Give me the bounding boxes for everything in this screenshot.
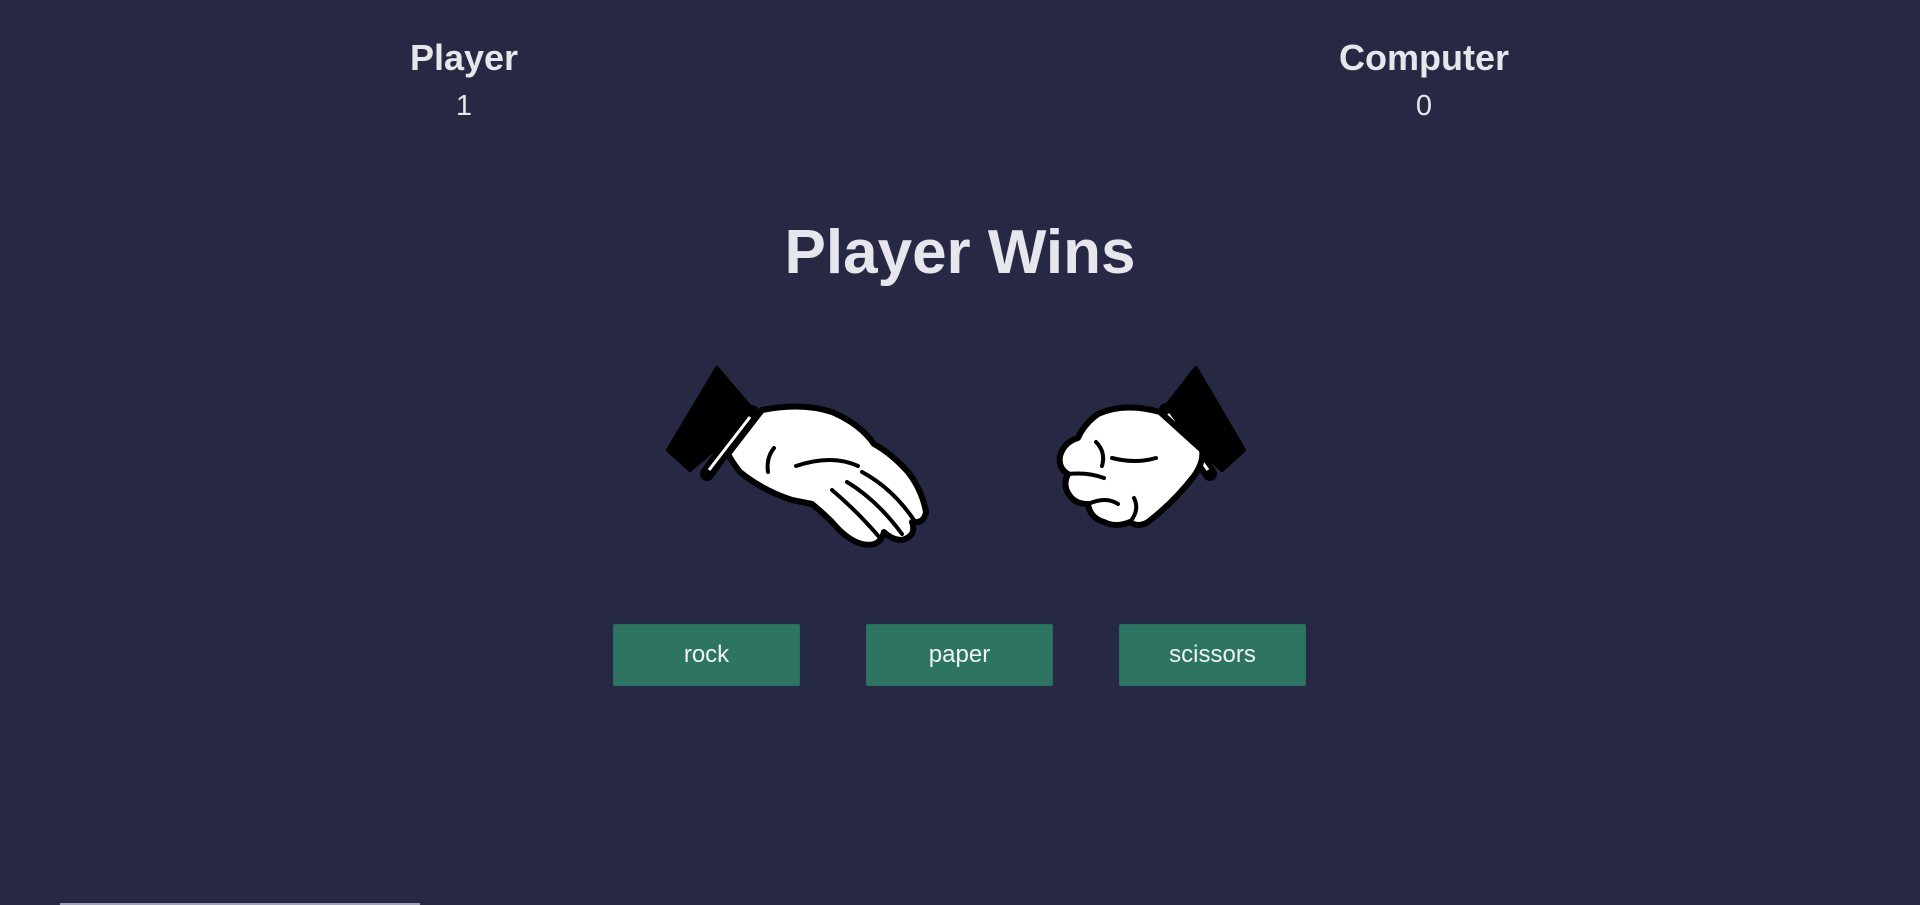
player-label: Player: [409, 37, 519, 78]
rock-hand-icon: [1044, 362, 1314, 562]
computer-score-panel: Computer 0: [1274, 37, 1574, 123]
round-result: Player Wins: [784, 218, 1136, 287]
paper-button[interactable]: paper: [866, 624, 1053, 686]
game-stage: Player 1 Computer 0 Player Wins rock pap…: [0, 0, 1920, 905]
scissors-button[interactable]: scissors: [1119, 624, 1306, 686]
computer-score: 0: [1415, 90, 1433, 122]
choice-buttons: rock paper scissors: [613, 624, 1306, 686]
player-score: 1: [455, 90, 473, 122]
paper-hand-icon: [662, 362, 932, 562]
player-score-panel: Player 1: [314, 37, 614, 123]
rock-button[interactable]: rock: [613, 624, 800, 686]
computer-label: Computer: [1339, 37, 1509, 78]
